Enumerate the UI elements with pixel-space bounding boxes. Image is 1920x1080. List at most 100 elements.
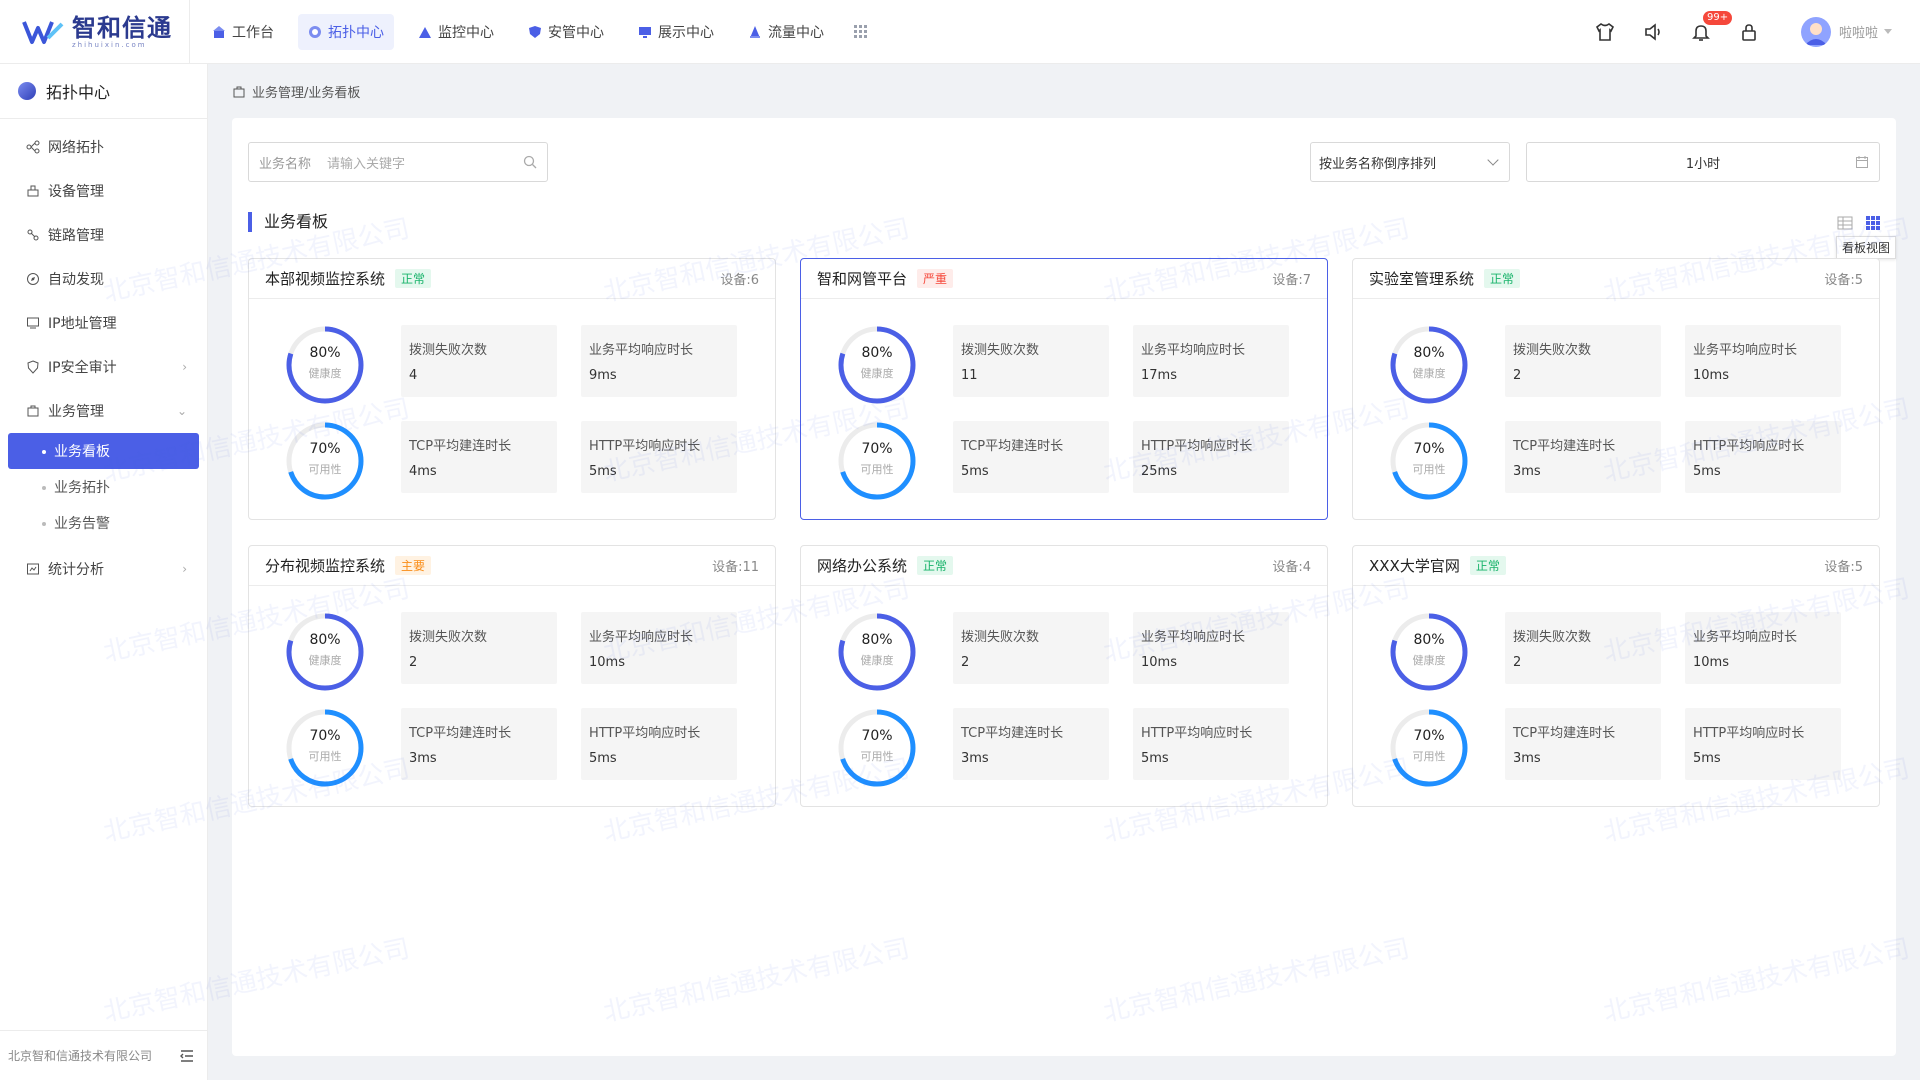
nav-display-center[interactable]: 展示中心: [628, 14, 724, 50]
nav-label: 安管中心: [548, 24, 604, 41]
metric-label: 业务平均响应时长: [1693, 343, 1798, 358]
sidebar-subitem-business-alarm[interactable]: 业务告警: [8, 505, 199, 541]
board-view-icon[interactable]: [1864, 214, 1882, 232]
gauge-value: 80%: [861, 345, 893, 361]
gauge-label: 可用性: [860, 750, 894, 763]
sidebar-item-ip-management[interactable]: IP地址管理: [0, 301, 207, 345]
availability-gauge: 70% 可用性: [837, 421, 917, 501]
lock-icon[interactable]: [1737, 20, 1761, 44]
nav-security-center[interactable]: 安管中心: [518, 14, 614, 50]
health-gauge: 80% 健康度: [1389, 325, 1469, 405]
metric-value: 17ms: [1141, 368, 1177, 383]
notification-bell-icon[interactable]: 99+: [1689, 10, 1733, 44]
business-card[interactable]: 智和网管平台 严重 设备:7 80% 健康度 70% 可用性 拨测失败次数 11 业务平均响应时长…: [800, 258, 1328, 520]
sidebar: 拓扑中心 网络拓扑 设备管理 链路管理 自动发现 IP地址管理 IP安全审计 ›: [0, 64, 208, 1080]
metric-value: 5ms: [1693, 751, 1721, 766]
metric-value: 25ms: [1141, 464, 1177, 479]
search-icon[interactable]: [523, 155, 537, 169]
sidebar-item-ip-security-audit[interactable]: IP安全审计 ›: [0, 345, 207, 389]
metric-business-avg-response: 业务平均响应时长 17ms: [1133, 325, 1289, 397]
brand-subtitle: zhihuixin.com: [72, 40, 147, 49]
gauge-value: 80%: [309, 632, 341, 648]
sidebar-subitem-business-topology[interactable]: 业务拓扑: [8, 469, 199, 505]
metric-label: TCP平均建连时长: [409, 439, 512, 454]
nav-topology-center[interactable]: 拓扑中心: [298, 13, 394, 50]
metric-label: 拨测失败次数: [961, 343, 1040, 358]
card-header: XXX大学官网 正常 设备:5: [1353, 546, 1879, 586]
link-icon: [27, 229, 39, 241]
metric-probe-fail-count: 拨测失败次数 2: [401, 612, 557, 684]
metric-label: TCP平均建连时长: [961, 726, 1064, 741]
search-label: 业务名称: [259, 156, 312, 172]
metric-label: 业务平均响应时长: [589, 630, 694, 645]
gauge-label: 健康度: [860, 367, 894, 380]
gauge-value: 70%: [861, 441, 893, 457]
card-body: 80% 健康度 70% 可用性 拨测失败次数 11 业务平均响应时长 17ms TCP平均建连时…: [801, 299, 1327, 519]
sidebar-item-business-management[interactable]: 业务管理 ⌄: [0, 389, 207, 433]
business-card[interactable]: 本部视频监控系统 正常 设备:6 80% 健康度 70% 可用性 拨测失败次数 4 业务平均响应时…: [248, 258, 776, 520]
sidebar-item-device-management[interactable]: 设备管理: [0, 169, 207, 213]
nav-workbench[interactable]: 工作台: [202, 14, 284, 50]
device-count: 设备:6: [720, 273, 759, 288]
business-card[interactable]: 网络办公系统 正常 设备:4 80% 健康度 70% 可用性 拨测失败次数 2 业务平均响应时长 1…: [800, 545, 1328, 807]
search-placeholder: 请输入关键字: [327, 156, 406, 172]
metric-label: TCP平均建连时长: [1513, 439, 1616, 454]
sidebar-item-label: 链路管理: [48, 228, 104, 244]
business-card[interactable]: XXX大学官网 正常 设备:5 80% 健康度 70% 可用性 拨测失败次数 2 业务平均响应时长…: [1352, 545, 1880, 807]
availability-gauge: 70% 可用性: [1389, 421, 1469, 501]
metric-value: 10ms: [1141, 655, 1177, 670]
sidebar-item-label: 统计分析: [48, 562, 104, 578]
gauge-label: 可用性: [308, 463, 342, 476]
metric-value: 10ms: [1693, 368, 1729, 383]
sidebar-item-network-topology[interactable]: 网络拓扑: [0, 125, 207, 169]
card-header: 网络办公系统 正常 设备:4: [801, 546, 1327, 586]
metric-value: 3ms: [409, 751, 437, 766]
metric-business-avg-response: 业务平均响应时长 10ms: [1685, 325, 1841, 397]
gauge-label: 健康度: [308, 654, 342, 667]
stats-icon: [27, 563, 39, 575]
metric-label: TCP平均建连时长: [409, 726, 512, 741]
time-range-picker[interactable]: 1小时: [1526, 142, 1880, 182]
sidebar-title: 拓扑中心: [46, 83, 111, 102]
nav-monitor-center[interactable]: 监控中心: [408, 14, 504, 50]
sidebar-item-auto-discover[interactable]: 自动发现: [0, 257, 207, 301]
user-menu[interactable]: 啦啦啦: [1800, 16, 1892, 47]
metric-label: HTTP平均响应时长: [1693, 726, 1805, 741]
sidebar-item-label: 设备管理: [48, 184, 104, 200]
sidebar-item-statistics[interactable]: 统计分析 ›: [0, 547, 207, 591]
nav-label: 监控中心: [438, 24, 494, 41]
health-gauge: 80% 健康度: [837, 325, 917, 405]
speaker-icon[interactable]: [1641, 20, 1665, 44]
metric-label: 拨测失败次数: [1513, 630, 1592, 645]
card-title: 实验室管理系统: [1369, 270, 1475, 288]
sort-select[interactable]: 按业务名称倒序排列: [1310, 142, 1510, 182]
metric-value: 2: [961, 655, 970, 670]
business-card[interactable]: 实验室管理系统 正常 设备:5 80% 健康度 70% 可用性 拨测失败次数 2 业务平均响应时长…: [1352, 258, 1880, 520]
search-input[interactable]: 业务名称 请输入关键字: [248, 142, 548, 182]
brand-title: 智和信通: [72, 13, 172, 42]
status-badge: 正常: [1484, 269, 1521, 288]
apps-grid-icon[interactable]: [854, 24, 868, 39]
card-body: 80% 健康度 70% 可用性 拨测失败次数 4 业务平均响应时长 9ms TCP平均建连时长 4…: [249, 299, 775, 519]
traffic-icon: [750, 25, 760, 38]
sidebar-header: 拓扑中心: [0, 64, 207, 119]
device-count: 设备:5: [1824, 273, 1863, 288]
metric-probe-fail-count: 拨测失败次数 2: [1505, 612, 1661, 684]
table-view-icon[interactable]: [1836, 214, 1854, 232]
logo[interactable]: 智和信通 zhihuixin.com: [0, 0, 190, 64]
home-icon: [213, 25, 225, 38]
discover-icon: [27, 273, 39, 285]
nav-traffic-center[interactable]: 流量中心: [738, 14, 834, 50]
sidebar-item-link-management[interactable]: 链路管理: [0, 213, 207, 257]
business-card[interactable]: 分布视频监控系统 主要 设备:11 80% 健康度 70% 可用性 拨测失败次数 2 业务平均响应…: [248, 545, 776, 807]
collapse-sidebar-icon[interactable]: [178, 1047, 196, 1065]
device-icon: [27, 185, 39, 197]
sidebar-subitem-business-board[interactable]: 业务看板: [8, 433, 199, 469]
sort-value: 按业务名称倒序排列: [1319, 156, 1437, 172]
card-body: 80% 健康度 70% 可用性 拨测失败次数 2 业务平均响应时长 10ms TCP平均建连时长…: [1353, 299, 1879, 519]
skin-icon[interactable]: [1593, 20, 1617, 44]
metric-business-avg-response: 业务平均响应时长 10ms: [1133, 612, 1289, 684]
monitor-icon: [419, 26, 431, 38]
metric-probe-fail-count: 拨测失败次数 2: [1505, 325, 1661, 397]
status-badge: 主要: [395, 556, 432, 575]
